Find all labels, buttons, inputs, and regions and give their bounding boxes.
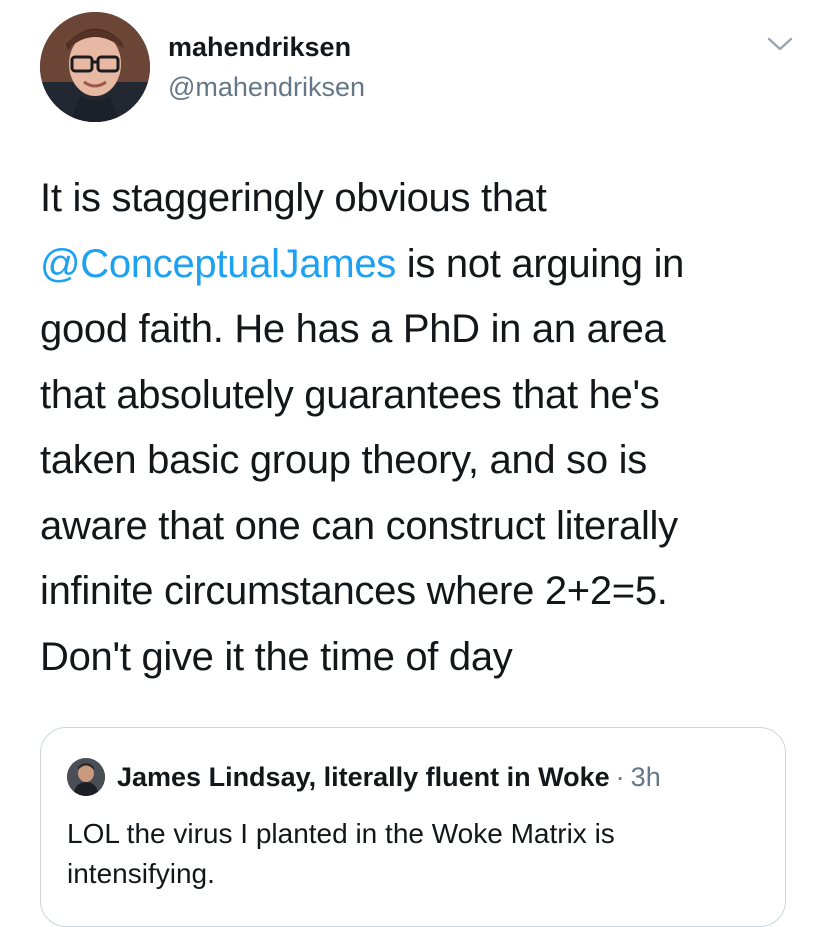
quoted-avatar-photo-image <box>67 758 105 796</box>
tweet-text-line: aware that one can construct literally <box>40 503 678 548</box>
quoted-tweet-timestamp[interactable]: 3h <box>631 762 661 793</box>
tweet-text-line: @ConceptualJames is not arguing in <box>40 232 800 298</box>
tweet-text-line: good faith. He has a PhD in an area <box>40 307 666 351</box>
tweet-text-line: Don't give it the time of day <box>40 634 513 679</box>
quoted-author-display-name[interactable]: James Lindsay, literally fluent in Woke <box>117 762 610 793</box>
quoted-tweet-text-line: LOL the virus I planted in the Woke Matr… <box>67 818 615 849</box>
mention-link[interactable]: @ConceptualJames <box>40 242 396 286</box>
tweet-text-segment: is not arguing in <box>395 241 685 286</box>
tweet: mahendriksen @mahendriksen It is stagger… <box>0 0 827 927</box>
separator-dot: · <box>615 761 625 792</box>
tweet-text-line: It is staggeringly obvious that <box>40 176 547 220</box>
quoted-tweet-text: LOL the virus I planted in the Woke Matr… <box>67 814 757 894</box>
tweet-text-line: that absolutely guarantees that he's <box>40 372 660 417</box>
quoted-author-avatar[interactable] <box>67 758 105 796</box>
tweet-text: It is staggeringly obvious that @Concept… <box>40 166 800 690</box>
author-handle[interactable]: @mahendriksen <box>168 70 365 104</box>
quoted-tweet-text-line: intensifying. <box>67 858 215 889</box>
tweet-text-line: taken basic group theory, and so is <box>40 438 647 482</box>
author-info: mahendriksen @mahendriksen <box>168 30 365 104</box>
author-display-name[interactable]: mahendriksen <box>168 30 365 64</box>
quoted-tweet-card[interactable]: James Lindsay, literally fluent in Woke … <box>40 727 786 927</box>
chevron-down-icon[interactable] <box>766 34 794 54</box>
tweet-text-line: infinite circumstances where 2+2=5. <box>40 569 668 613</box>
quoted-tweet-header: James Lindsay, literally fluent in Woke … <box>67 758 661 796</box>
author-avatar[interactable] <box>40 12 150 122</box>
avatar-photo-image <box>40 12 150 122</box>
